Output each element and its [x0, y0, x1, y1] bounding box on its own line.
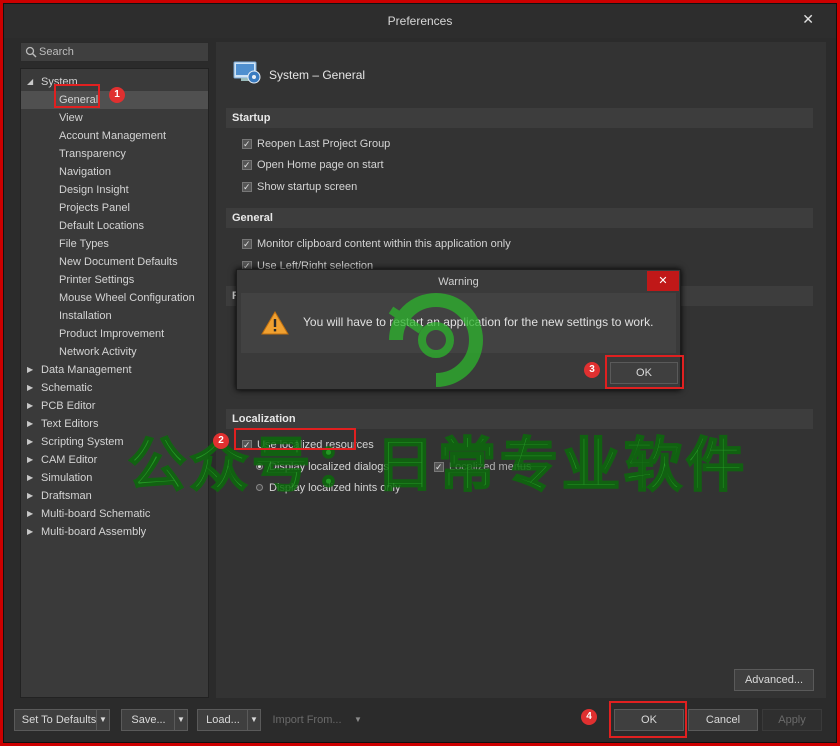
checkbox-icon[interactable]	[242, 157, 252, 173]
chevron-right-icon: ▶	[27, 419, 34, 428]
chevron-right-icon: ▶	[27, 383, 34, 392]
section-general: General	[226, 208, 813, 228]
step-badge-1: 1	[109, 87, 125, 103]
step-badge-2: 2	[213, 433, 229, 449]
chevron-right-icon: ▶	[27, 365, 34, 374]
tree-item-product-improvement[interactable]: Product Improvement	[21, 325, 208, 343]
radio-icon[interactable]	[256, 484, 263, 491]
chevron-right-icon: ▶	[27, 401, 34, 410]
tree-item-view[interactable]: View	[21, 109, 208, 127]
section-localization: Localization	[226, 409, 813, 429]
apply-button[interactable]: Apply	[762, 709, 822, 731]
preferences-tree: ◢ System General View Account Management…	[20, 68, 209, 698]
tree-item-new-document-defaults[interactable]: New Document Defaults	[21, 253, 208, 271]
load-button[interactable]: Load...	[197, 709, 249, 731]
chevron-right-icon: ▶	[27, 527, 34, 536]
warning-ok-button[interactable]: OK	[610, 362, 678, 384]
import-dropdown-arrow[interactable]: ▼	[351, 709, 365, 731]
search-icon	[25, 46, 37, 58]
chevron-right-icon: ▶	[27, 437, 34, 446]
window-title: Preferences	[387, 14, 453, 28]
tree-item-network-activity[interactable]: Network Activity	[21, 343, 208, 361]
tree-item-navigation[interactable]: Navigation	[21, 163, 208, 181]
tree-item-installation[interactable]: Installation	[21, 307, 208, 325]
tree-item-printer-settings[interactable]: Printer Settings	[21, 271, 208, 289]
tree-item-data-management[interactable]: ▶ Data Management	[21, 361, 208, 379]
warning-icon	[261, 311, 289, 335]
warning-message: You will have to restart an application …	[303, 315, 654, 329]
checkbox-icon[interactable]	[434, 459, 444, 475]
chevron-down-icon: ◢	[27, 77, 34, 86]
tree-item-pcb-editor[interactable]: ▶ PCB Editor	[21, 397, 208, 415]
advanced-button[interactable]: Advanced...	[734, 669, 814, 691]
chevron-right-icon: ▶	[27, 473, 34, 482]
set-defaults-dropdown-arrow[interactable]: ▼	[96, 709, 110, 731]
tree-item-simulation[interactable]: ▶ Simulation	[21, 469, 208, 487]
step-badge-4: 4	[581, 709, 597, 725]
warning-body: You will have to restart an application …	[241, 293, 676, 353]
tree-item-draftsman[interactable]: ▶ Draftsman	[21, 487, 208, 505]
checkbox-icon[interactable]	[242, 236, 252, 252]
warning-title: Warning	[438, 276, 479, 288]
title-bar: Preferences ✕	[4, 4, 836, 38]
section-startup: Startup	[226, 108, 813, 128]
ok-button[interactable]: OK	[614, 709, 684, 731]
warning-dialog: Warning ✕ You will have to restart an ap…	[236, 269, 681, 390]
tree-item-multi-board-schematic[interactable]: ▶ Multi-board Schematic	[21, 505, 208, 523]
warning-close-icon[interactable]: ✕	[647, 271, 679, 291]
search-input[interactable]	[39, 45, 205, 59]
tree-item-mouse-wheel-configuration[interactable]: Mouse Wheel Configuration	[21, 289, 208, 307]
tree-item-scripting-system[interactable]: ▶ Scripting System	[21, 433, 208, 451]
tree-item-schematic[interactable]: ▶ Schematic	[21, 379, 208, 397]
cancel-button[interactable]: Cancel	[688, 709, 758, 731]
chevron-right-icon: ▶	[27, 455, 34, 464]
save-dropdown-arrow[interactable]: ▼	[174, 709, 188, 731]
tree-item-file-types[interactable]: File Types	[21, 235, 208, 253]
search-box[interactable]	[20, 42, 209, 62]
checkbox-icon[interactable]	[242, 437, 252, 453]
page-title: System – General	[269, 68, 366, 82]
step-badge-3: 3	[584, 362, 600, 378]
radio-icon[interactable]	[256, 463, 263, 470]
tree-item-default-locations[interactable]: Default Locations	[21, 217, 208, 235]
tree-item-design-insight[interactable]: Design Insight	[21, 181, 208, 199]
close-icon[interactable]: ✕	[802, 11, 814, 28]
tree-item-multi-board-assembly[interactable]: ▶ Multi-board Assembly	[21, 523, 208, 541]
load-dropdown-arrow[interactable]: ▼	[247, 709, 261, 731]
chevron-right-icon: ▶	[27, 509, 34, 518]
checkbox-icon[interactable]	[242, 136, 252, 152]
checkbox-icon[interactable]	[242, 179, 252, 195]
set-to-defaults-button[interactable]: Set To Defaults	[14, 709, 104, 731]
tree-item-transparency[interactable]: Transparency	[21, 145, 208, 163]
tree-item-account-management[interactable]: Account Management	[21, 127, 208, 145]
save-button[interactable]: Save...	[121, 709, 176, 731]
tree-item-text-editors[interactable]: ▶ Text Editors	[21, 415, 208, 433]
import-from-button[interactable]: Import From...	[266, 709, 348, 731]
tree-item-projects-panel[interactable]: Projects Panel	[21, 199, 208, 217]
system-settings-icon	[233, 61, 261, 84]
chevron-right-icon: ▶	[27, 491, 34, 500]
tree-item-cam-editor[interactable]: ▶ CAM Editor	[21, 451, 208, 469]
